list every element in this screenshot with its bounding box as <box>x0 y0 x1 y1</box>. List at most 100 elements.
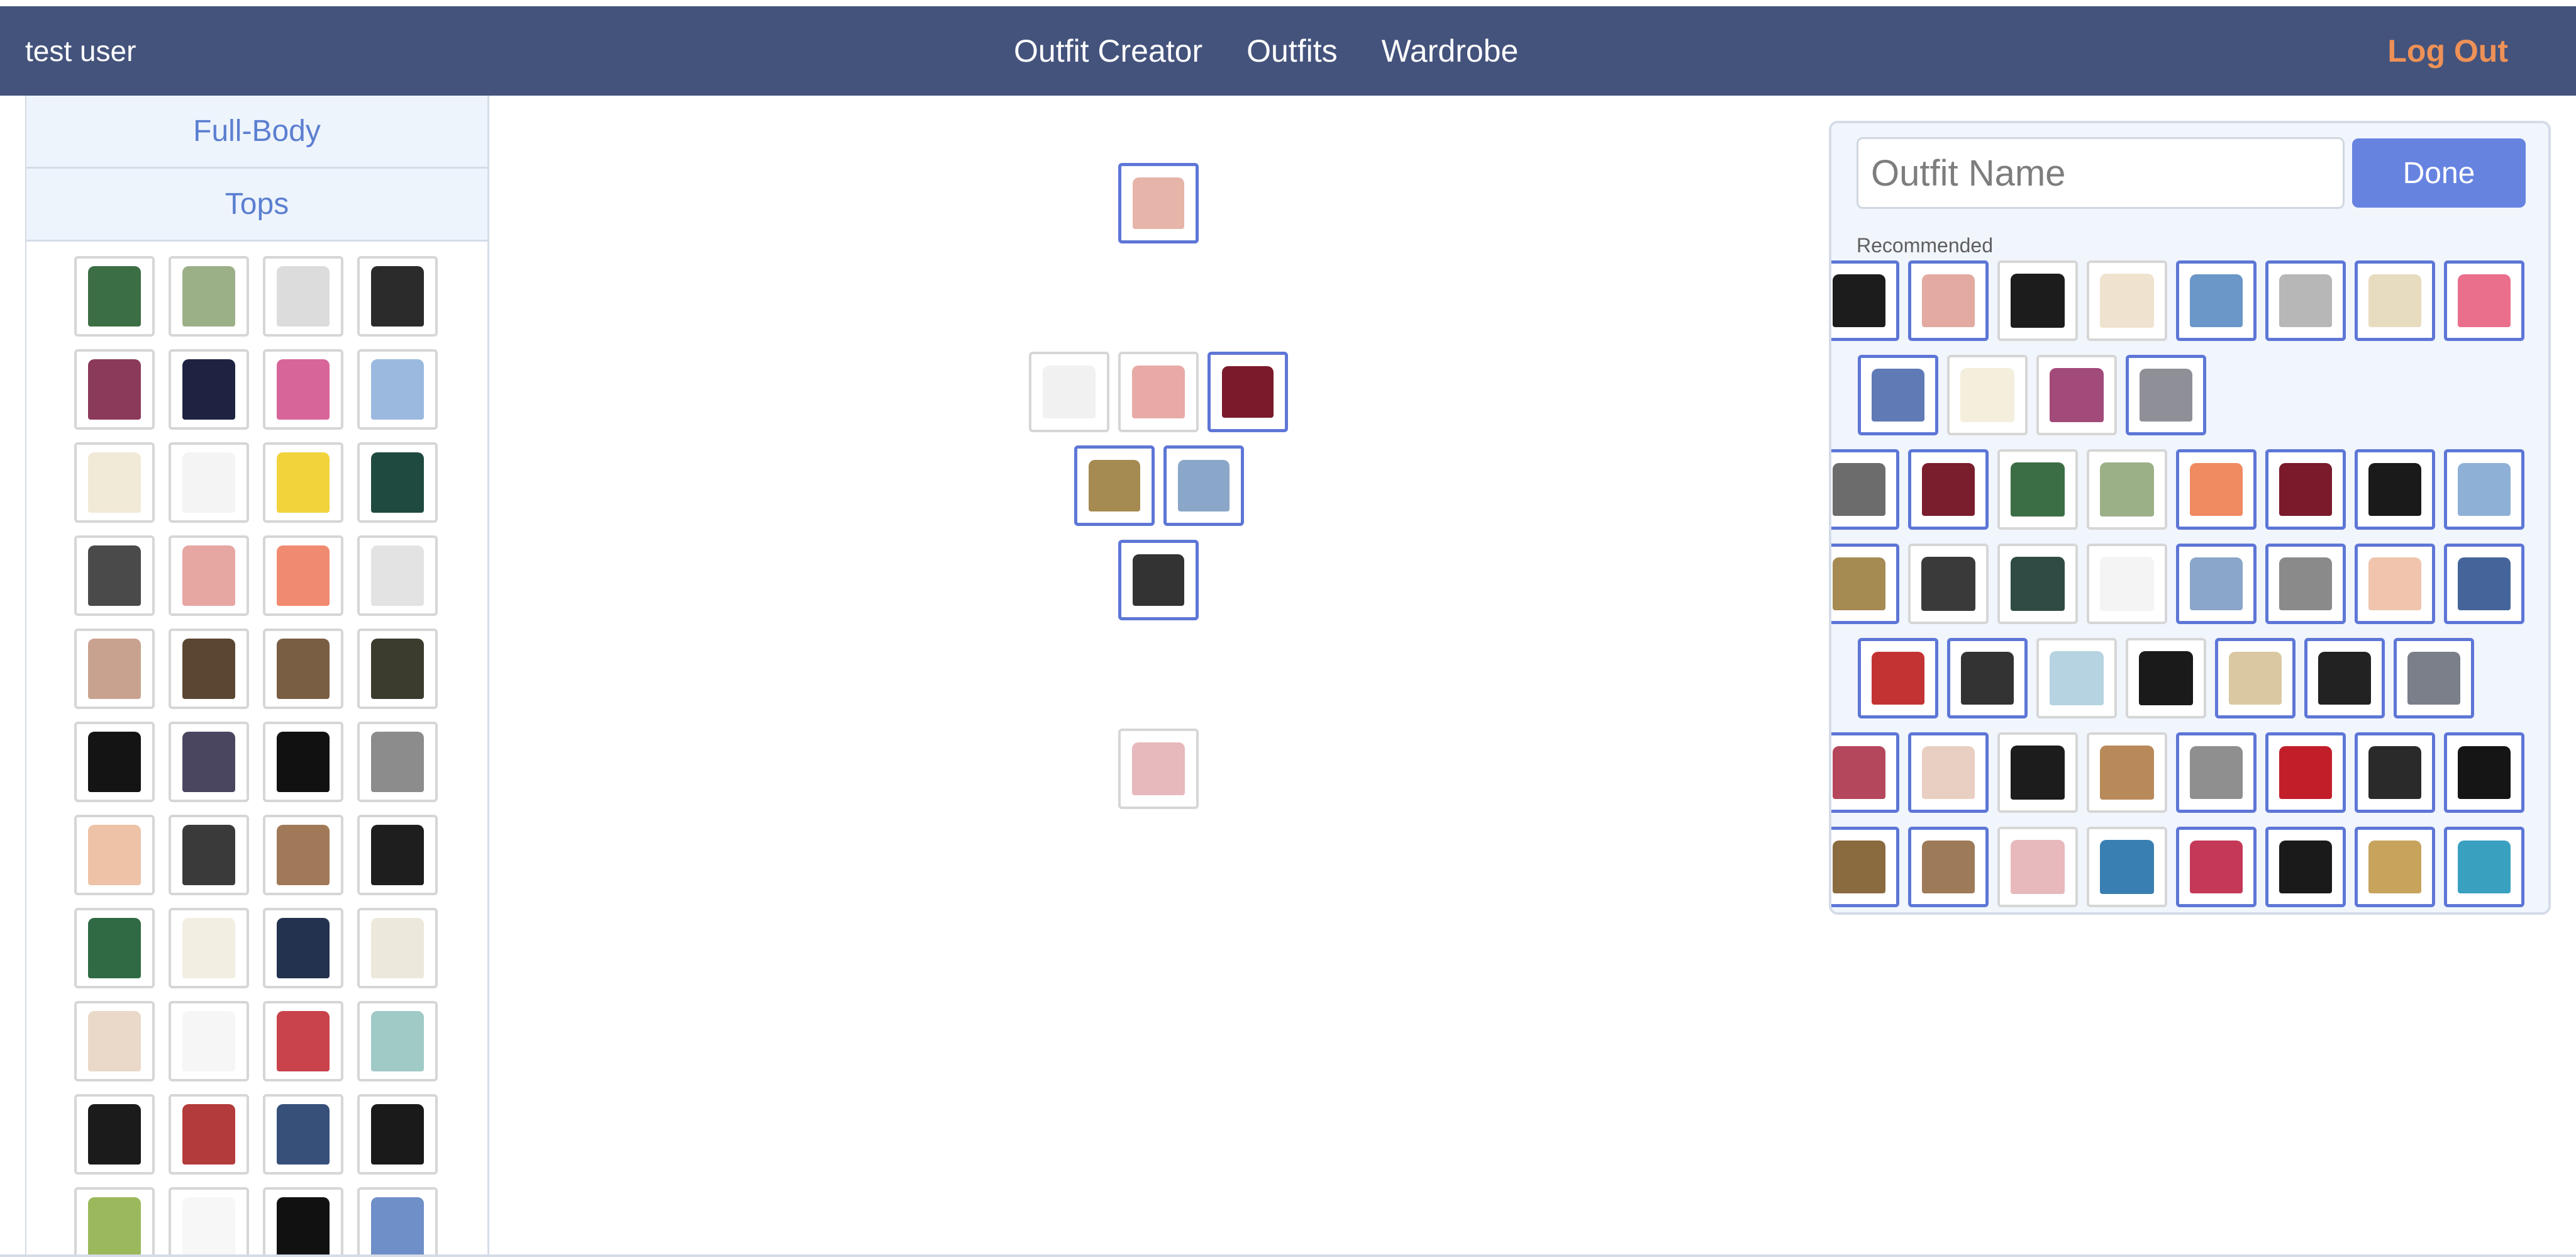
outfit-canvas-item[interactable] <box>1163 445 1244 526</box>
recommended-item[interactable] <box>2265 827 2346 907</box>
recommended-item[interactable] <box>2444 449 2524 530</box>
recommended-item[interactable] <box>1947 355 2028 435</box>
recommended-item[interactable] <box>1908 544 1989 624</box>
nav-outfits[interactable]: Outfits <box>1246 33 1337 69</box>
recommended-item[interactable] <box>1908 449 1989 530</box>
wardrobe-item-thumbnail[interactable] <box>74 349 155 430</box>
recommended-item[interactable] <box>2036 355 2117 435</box>
outfit-canvas-item[interactable] <box>1074 445 1155 526</box>
outfit-canvas-item[interactable] <box>1118 352 1199 432</box>
wardrobe-item-thumbnail[interactable] <box>263 1187 343 1257</box>
recommended-item[interactable] <box>1908 260 1989 341</box>
recommended-item[interactable] <box>2444 732 2524 813</box>
recommended-item[interactable] <box>1997 827 2078 907</box>
logout-button[interactable]: Log Out <box>2387 6 2508 96</box>
wardrobe-item-thumbnail[interactable] <box>263 1001 343 1081</box>
wardrobe-item-thumbnail[interactable] <box>74 815 155 895</box>
recommended-item[interactable] <box>2265 732 2346 813</box>
wardrobe-item-thumbnail[interactable] <box>263 815 343 895</box>
recommended-item[interactable] <box>2087 827 2167 907</box>
recommended-item[interactable] <box>2394 638 2474 718</box>
recommended-item[interactable] <box>1908 732 1989 813</box>
category-full-body[interactable]: Full-Body <box>26 96 487 169</box>
wardrobe-item-thumbnail[interactable] <box>357 1187 438 1257</box>
wardrobe-item-thumbnail[interactable] <box>263 442 343 523</box>
wardrobe-item-thumbnail[interactable] <box>74 1001 155 1081</box>
recommended-item[interactable] <box>2176 827 2257 907</box>
outfit-canvas-item[interactable] <box>1029 352 1109 432</box>
recommended-item[interactable] <box>2355 260 2435 341</box>
wardrobe-item-thumbnail[interactable] <box>263 256 343 337</box>
recommended-item[interactable] <box>1858 355 1938 435</box>
wardrobe-item-thumbnail[interactable] <box>169 1001 249 1081</box>
recommended-item[interactable] <box>2444 827 2524 907</box>
nav-wardrobe[interactable]: Wardrobe <box>1382 33 1519 69</box>
recommended-item[interactable] <box>1831 260 1899 341</box>
recommended-item[interactable] <box>2036 638 2117 718</box>
wardrobe-item-thumbnail[interactable] <box>357 908 438 988</box>
wardrobe-item-thumbnail[interactable] <box>169 442 249 523</box>
recommended-item[interactable] <box>2355 827 2435 907</box>
wardrobe-item-thumbnail[interactable] <box>357 256 438 337</box>
outfit-canvas-item[interactable] <box>1118 729 1199 809</box>
wardrobe-item-thumbnail[interactable] <box>169 628 249 709</box>
wardrobe-item-thumbnail[interactable] <box>169 908 249 988</box>
recommended-item[interactable] <box>2176 449 2257 530</box>
outfit-canvas-item[interactable] <box>1118 540 1199 620</box>
recommended-item[interactable] <box>2355 544 2435 624</box>
recommended-item[interactable] <box>1831 449 1899 530</box>
recommended-item[interactable] <box>2304 638 2385 718</box>
recommended-item[interactable] <box>2265 544 2346 624</box>
outfit-name-input[interactable] <box>1857 137 2345 209</box>
recommended-item[interactable] <box>1947 638 2028 718</box>
wardrobe-item-thumbnail[interactable] <box>357 349 438 430</box>
outfit-canvas-item[interactable] <box>1208 352 1288 432</box>
wardrobe-item-thumbnail[interactable] <box>169 349 249 430</box>
done-button[interactable]: Done <box>2352 138 2526 208</box>
recommended-item[interactable] <box>1997 260 2078 341</box>
wardrobe-item-thumbnail[interactable] <box>263 1094 343 1175</box>
recommended-item[interactable] <box>2265 260 2346 341</box>
wardrobe-item-thumbnail[interactable] <box>169 1094 249 1175</box>
wardrobe-item-thumbnail[interactable] <box>357 628 438 709</box>
recommended-item[interactable] <box>2126 355 2206 435</box>
recommended-item[interactable] <box>1997 544 2078 624</box>
recommended-item[interactable] <box>2215 638 2296 718</box>
wardrobe-item-thumbnail[interactable] <box>263 535 343 616</box>
recommended-item[interactable] <box>1997 732 2078 813</box>
recommended-item[interactable] <box>2444 544 2524 624</box>
wardrobe-item-thumbnail[interactable] <box>74 442 155 523</box>
recommended-item[interactable] <box>1908 827 1989 907</box>
wardrobe-item-thumbnail[interactable] <box>74 908 155 988</box>
wardrobe-item-thumbnail[interactable] <box>74 1094 155 1175</box>
recommended-item[interactable] <box>2087 449 2167 530</box>
wardrobe-item-thumbnail[interactable] <box>357 1094 438 1175</box>
recommended-item[interactable] <box>1831 732 1899 813</box>
outfit-canvas-item[interactable] <box>1118 163 1199 243</box>
wardrobe-item-thumbnail[interactable] <box>357 442 438 523</box>
wardrobe-item-thumbnail[interactable] <box>169 722 249 802</box>
wardrobe-item-thumbnail[interactable] <box>169 1187 249 1257</box>
wardrobe-item-thumbnail[interactable] <box>74 722 155 802</box>
wardrobe-item-thumbnail[interactable] <box>169 535 249 616</box>
wardrobe-item-thumbnail[interactable] <box>357 535 438 616</box>
wardrobe-item-thumbnail[interactable] <box>263 349 343 430</box>
recommended-item[interactable] <box>2355 732 2435 813</box>
wardrobe-item-thumbnail[interactable] <box>263 722 343 802</box>
recommended-item[interactable] <box>1858 638 1938 718</box>
wardrobe-item-thumbnail[interactable] <box>74 1187 155 1257</box>
recommended-item[interactable] <box>2176 260 2257 341</box>
recommended-item[interactable] <box>1831 544 1899 624</box>
wardrobe-item-thumbnail[interactable] <box>357 815 438 895</box>
recommended-item[interactable] <box>2176 544 2257 624</box>
wardrobe-item-thumbnail[interactable] <box>74 256 155 337</box>
recommended-item[interactable] <box>2126 638 2206 718</box>
wardrobe-item-thumbnail[interactable] <box>169 815 249 895</box>
recommended-item[interactable] <box>2087 260 2167 341</box>
wardrobe-item-thumbnail[interactable] <box>263 908 343 988</box>
recommended-item[interactable] <box>1997 449 2078 530</box>
wardrobe-item-thumbnail[interactable] <box>169 256 249 337</box>
wardrobe-item-thumbnail[interactable] <box>357 722 438 802</box>
category-tops[interactable]: Tops <box>26 169 487 242</box>
recommended-item[interactable] <box>2087 544 2167 624</box>
